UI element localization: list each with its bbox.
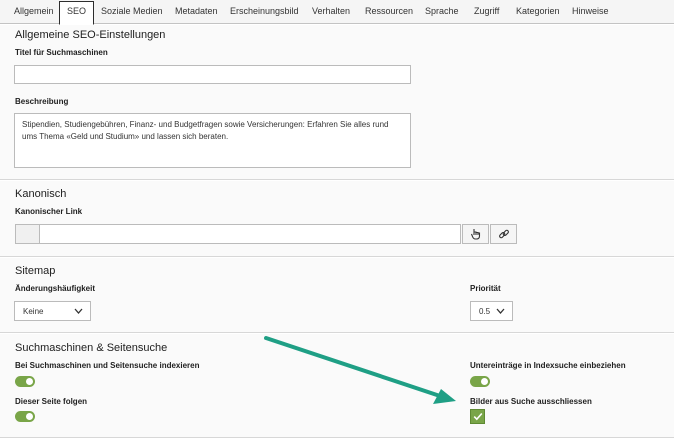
- annotation-arrow: [264, 336, 456, 404]
